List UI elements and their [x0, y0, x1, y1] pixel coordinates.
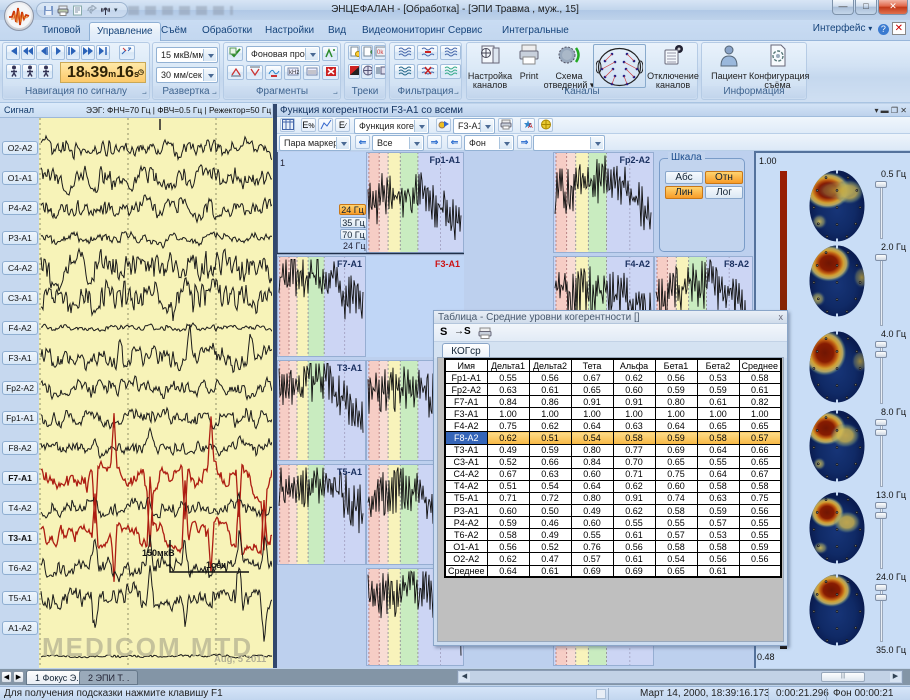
svg-text:T5-A1: T5-A1 [337, 467, 362, 477]
svg-text:F7-A1: F7-A1 [337, 259, 362, 269]
svg-text:F8-A2: F8-A2 [724, 259, 749, 269]
svg-text:Fp2-A2: Fp2-A2 [619, 155, 650, 165]
svg-text:F4-A2: F4-A2 [625, 259, 650, 269]
svg-text:T3-A1: T3-A1 [337, 363, 362, 373]
svg-text:F3-A1: F3-A1 [435, 259, 460, 269]
svg-text:Fp1-A1: Fp1-A1 [429, 155, 460, 165]
